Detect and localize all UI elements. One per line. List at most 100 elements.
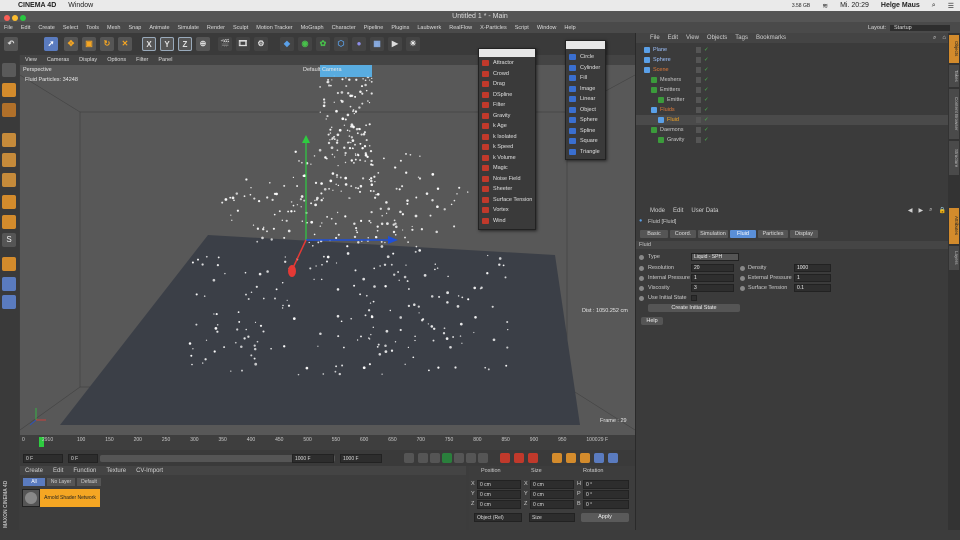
emitter-menu-item[interactable]: Linear <box>566 94 607 104</box>
object-row[interactable]: Sphere ✓ <box>636 55 949 65</box>
visibility-dots-icon[interactable] <box>696 47 701 53</box>
menu-item[interactable]: Tools <box>82 25 103 31</box>
surface-tension-field[interactable]: 0.1 <box>794 284 831 292</box>
object-row[interactable]: Emitter ✓ <box>636 95 949 105</box>
camera-icon[interactable]: ▶ <box>388 37 402 51</box>
menu-item[interactable]: Render <box>203 25 229 31</box>
param-key-icon[interactable] <box>594 453 604 463</box>
visibility-dots-icon[interactable] <box>696 77 701 83</box>
record-icon[interactable] <box>500 453 510 463</box>
viewport[interactable]: Perspective Default Camera Fluid Particl… <box>20 65 635 435</box>
material-menu-item[interactable]: CV-Import <box>131 468 168 474</box>
prev-key-icon[interactable] <box>418 453 428 463</box>
create-initial-state-button[interactable]: Create Initial State <box>648 304 740 312</box>
object-menu-item[interactable]: Bookmarks <box>752 35 790 41</box>
spotlight-icon[interactable]: ⌕ <box>926 2 942 10</box>
type-select[interactable]: Liquid - SPH <box>691 253 739 261</box>
daemon-menu-item[interactable]: Wind <box>479 216 537 226</box>
dock-tab-layers[interactable]: Layers <box>949 246 959 270</box>
menu-item[interactable]: RealFlow <box>445 25 476 31</box>
filter-no-layer[interactable]: No Layer <box>47 478 75 486</box>
menu-item[interactable]: Pipeline <box>360 25 388 31</box>
daemon-menu-item[interactable]: Attractor <box>479 58 537 68</box>
menu-item[interactable]: Help <box>560 25 579 31</box>
model-mode-icon[interactable] <box>2 63 16 77</box>
play-icon[interactable] <box>442 453 452 463</box>
user-name[interactable]: Helge Maus <box>875 2 926 9</box>
goto-start-icon[interactable] <box>404 453 414 463</box>
viewport-menu-item[interactable]: Cameras <box>42 57 74 63</box>
object-row[interactable]: Fluid ✓ <box>636 115 949 125</box>
axis-z-button[interactable]: Z <box>178 37 192 51</box>
enable-check-icon[interactable]: ✓ <box>704 55 709 65</box>
daemon-menu-item[interactable]: k Speed <box>479 142 537 152</box>
enable-check-icon[interactable]: ✓ <box>704 45 709 55</box>
position-field[interactable]: 0 cm <box>477 490 521 499</box>
emitter-menu-item[interactable]: Spline <box>566 126 607 136</box>
preview-max-frame-field[interactable]: 1000 F <box>340 454 382 463</box>
light-icon[interactable]: ☀ <box>406 37 420 51</box>
enable-check-icon[interactable]: ✓ <box>704 135 709 145</box>
visibility-dots-icon[interactable] <box>696 97 701 103</box>
object-row[interactable]: Scene ✓ <box>636 65 949 75</box>
rotation-field[interactable]: 0 ° <box>583 480 629 489</box>
enable-check-icon[interactable]: ✓ <box>704 65 709 75</box>
emitter-menu-item[interactable]: Image <box>566 84 607 94</box>
render-view-icon[interactable]: 🎬 <box>218 37 232 51</box>
layout-select[interactable]: Startup <box>890 24 950 31</box>
size-field[interactable]: 0 cm <box>530 500 574 509</box>
daemon-menu-item[interactable]: Drag <box>479 79 537 89</box>
clock[interactable]: Mi. 20:29 <box>834 2 875 9</box>
density-field[interactable]: 1000 <box>794 264 831 272</box>
menu-item[interactable]: Laubwerk <box>413 25 445 31</box>
move-tool-icon[interactable]: ✥ <box>64 37 78 51</box>
tab-simulation[interactable]: Simulation <box>698 230 728 238</box>
forward-arrow-icon[interactable]: ▶ <box>916 207 927 214</box>
select-tool-icon[interactable]: ➚ <box>44 37 58 51</box>
next-frame-icon[interactable] <box>454 453 464 463</box>
autokey-icon[interactable] <box>514 453 524 463</box>
viewport-camera-label[interactable]: Default Camera <box>303 67 342 73</box>
cloner-icon[interactable]: ✿ <box>316 37 330 51</box>
visibility-dots-icon[interactable] <box>696 137 701 143</box>
daemon-menu-item[interactable]: DSpline <box>479 90 537 100</box>
dock-tab-content-browser[interactable]: Content Browser <box>949 89 959 139</box>
rotate-tool-icon[interactable]: ↻ <box>100 37 114 51</box>
filter-all[interactable]: All <box>23 478 45 486</box>
size-field[interactable]: 0 cm <box>530 490 574 499</box>
daemon-menu-item[interactable]: k Isolated <box>479 132 537 142</box>
goto-end-icon[interactable] <box>478 453 488 463</box>
position-field[interactable]: 0 cm <box>477 500 521 509</box>
menu-item[interactable]: Edit <box>17 25 34 31</box>
next-key-icon[interactable] <box>466 453 476 463</box>
enable-check-icon[interactable]: ✓ <box>704 85 709 95</box>
dock-tab-structure[interactable]: Structure <box>949 141 959 175</box>
external-pressure-field[interactable]: 1 <box>794 274 831 282</box>
keyframe-selection-icon[interactable] <box>528 453 538 463</box>
menu-item[interactable]: Animate <box>145 25 173 31</box>
back-arrow-icon[interactable]: ◀ <box>905 207 916 214</box>
help-button[interactable]: Help <box>641 317 663 325</box>
rotation-field[interactable]: 0 ° <box>583 490 629 499</box>
workplane-lock-icon[interactable] <box>2 277 16 291</box>
enable-check-icon[interactable]: ✓ <box>704 105 709 115</box>
sculpt-brush-icon[interactable] <box>2 257 16 271</box>
menu-item[interactable]: Window <box>533 25 561 31</box>
layers-lock-icon[interactable] <box>2 295 16 309</box>
render-settings-icon[interactable]: ⚙ <box>254 37 268 51</box>
rot-key-icon[interactable] <box>580 453 590 463</box>
enable-check-icon[interactable]: ✓ <box>704 75 709 85</box>
daemon-menu-item[interactable]: Crowd <box>479 69 537 79</box>
visibility-dots-icon[interactable] <box>696 67 701 73</box>
object-menu-item[interactable]: Tags <box>731 35 752 41</box>
tab-fluid[interactable]: Fluid <box>730 230 756 238</box>
daemon-menu-item[interactable]: Magic <box>479 163 537 173</box>
max-frame-field[interactable]: 1000 F <box>292 454 334 463</box>
menu-item[interactable]: Snap <box>124 25 145 31</box>
material-sphere-icon[interactable]: ● <box>352 37 366 51</box>
app-name-menu[interactable]: CINEMA 4D <box>12 2 62 9</box>
emitter-menu-item[interactable]: Cylinder <box>566 63 607 73</box>
current-frame-field[interactable]: 0 F <box>23 454 63 463</box>
material-menu-item[interactable]: Function <box>68 468 101 474</box>
recent-tool-icon[interactable]: ✕ <box>118 37 132 51</box>
